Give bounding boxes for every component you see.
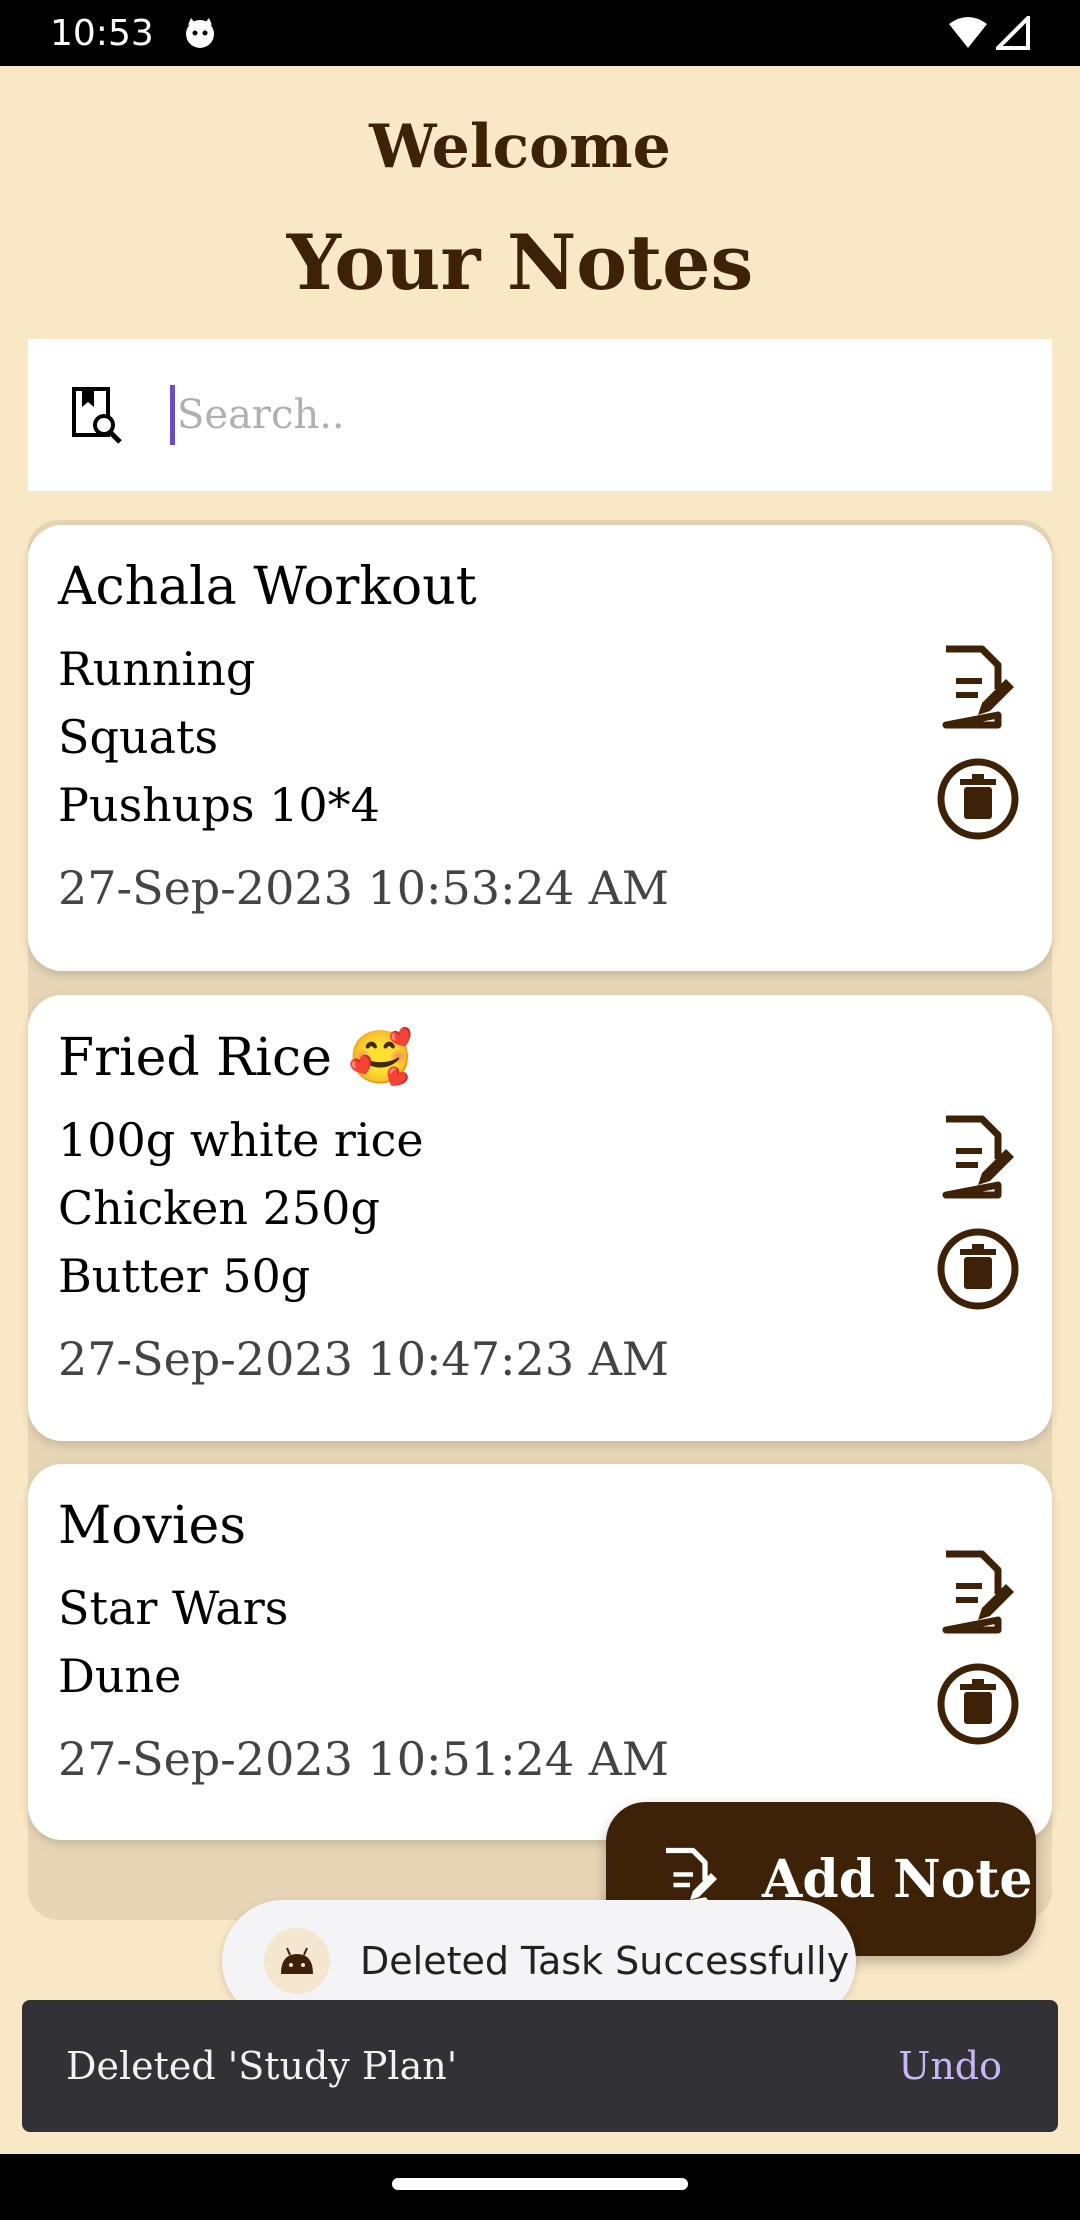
search-bar[interactable] xyxy=(28,339,1052,491)
edit-note-button[interactable] xyxy=(936,1115,1020,1199)
wifi-icon xyxy=(949,17,987,48)
note-body: Star Wars Dune xyxy=(58,1581,289,1703)
welcome-text: Welcome xyxy=(369,112,671,182)
delete-icon xyxy=(937,758,1019,840)
status-bar: 10:53 xyxy=(0,0,1080,66)
note-body: Running Squats Pushups 10*4 xyxy=(58,642,380,832)
note-card[interactable]: Fried Rice 🥰 100g white rice Chicken 250… xyxy=(28,995,1052,1441)
search-input[interactable] xyxy=(177,380,977,450)
delete-icon xyxy=(937,1663,1019,1745)
search-note-icon xyxy=(72,387,122,444)
delete-note-button[interactable] xyxy=(936,757,1020,841)
note-card[interactable]: Movies Star Wars Dune 27-Sep-2023 10:51:… xyxy=(28,1464,1052,1840)
edit-note-button[interactable] xyxy=(936,1550,1020,1634)
page-title: Your Notes xyxy=(286,218,754,307)
note-title: Movies xyxy=(58,1496,247,1556)
toast-message: Deleted Task Successfully xyxy=(360,1939,850,1983)
edit-note-icon xyxy=(942,1550,1014,1634)
status-time: 10:53 xyxy=(50,12,154,54)
note-actions xyxy=(936,1115,1020,1311)
android-icon xyxy=(264,1928,330,1994)
delete-note-button[interactable] xyxy=(936,1227,1020,1311)
undo-button[interactable]: Undo xyxy=(898,2044,1002,2088)
android-head-icon xyxy=(281,1947,313,1974)
notification-cat-icon xyxy=(185,18,214,48)
note-title: Achala Workout xyxy=(58,557,477,617)
note-date: 27-Sep-2023 10:47:23 AM xyxy=(58,1332,670,1386)
delete-note-button[interactable] xyxy=(936,1662,1020,1746)
edit-note-icon xyxy=(942,645,1014,729)
snackbar: Deleted 'Study Plan' Undo xyxy=(22,2000,1058,2132)
snackbar-message: Deleted 'Study Plan' xyxy=(66,2044,458,2088)
note-actions xyxy=(936,645,1020,841)
text-cursor xyxy=(170,385,175,445)
edit-note-button[interactable] xyxy=(936,645,1020,729)
note-body: 100g white rice Chicken 250g Butter 50g xyxy=(58,1113,424,1303)
note-actions xyxy=(936,1550,1020,1746)
note-card[interactable]: Achala Workout Running Squats Pushups 10… xyxy=(28,525,1052,971)
signal-icon xyxy=(996,16,1030,50)
note-date: 27-Sep-2023 10:53:24 AM xyxy=(58,861,670,915)
edit-note-icon xyxy=(942,1115,1014,1199)
delete-icon xyxy=(937,1228,1019,1310)
note-title: Fried Rice 🥰 xyxy=(58,1028,414,1088)
status-icons xyxy=(948,16,1030,50)
home-gesture-handle[interactable] xyxy=(392,2178,688,2190)
note-date: 27-Sep-2023 10:51:24 AM xyxy=(58,1732,670,1786)
